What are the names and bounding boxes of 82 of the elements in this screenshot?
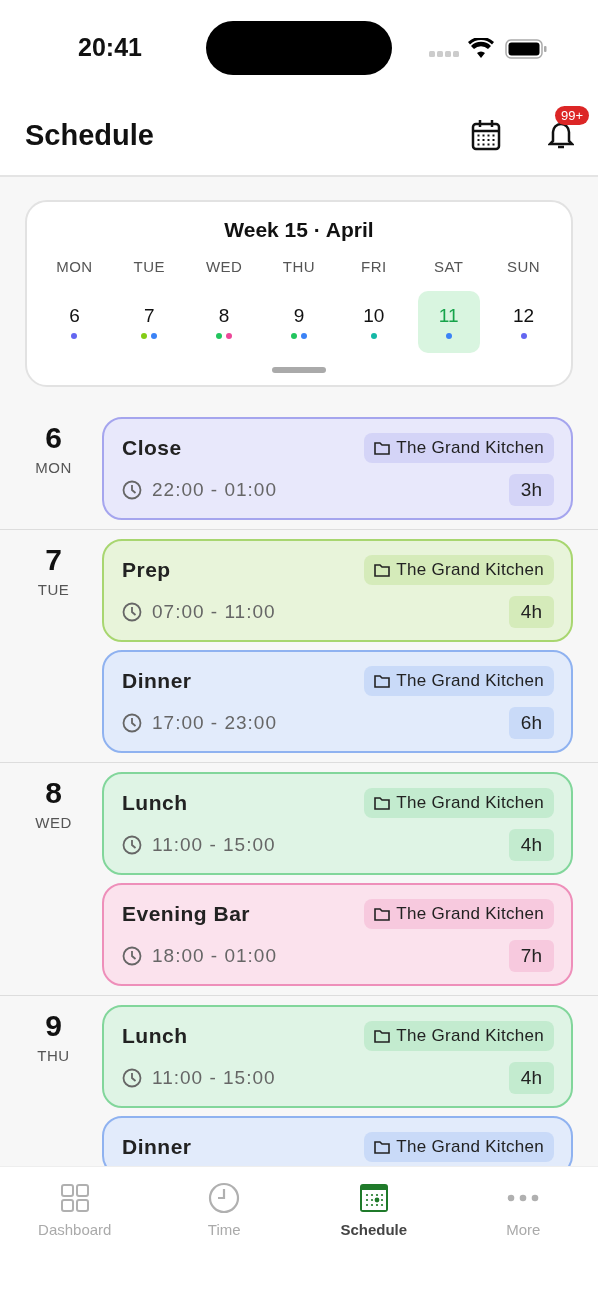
- shift-card[interactable]: Evening Bar The Grand Kitchen 18:00 - 01:00 7h: [102, 883, 573, 986]
- shift-time: 07:00 - 11:00: [152, 601, 276, 623]
- shift-title: Lunch: [122, 1024, 188, 1048]
- location-tag: The Grand Kitchen: [364, 1021, 554, 1051]
- notification-badge: 99+: [555, 106, 590, 125]
- folder-icon: [374, 441, 391, 455]
- day-cell[interactable]: 7: [118, 291, 181, 353]
- weekday-label: MON: [35, 459, 72, 476]
- hours-tag: 6h: [508, 707, 554, 739]
- shift-time: 17:00 - 23:00: [152, 712, 277, 734]
- location-tag: The Grand Kitchen: [364, 1132, 554, 1162]
- weekday-label: THU: [282, 258, 316, 275]
- weekday-label: SAT: [433, 258, 464, 275]
- location-tag: The Grand Kitchen: [364, 433, 554, 463]
- folder-icon: [374, 907, 391, 921]
- hours-tag: 3h: [508, 474, 554, 506]
- location-tag: The Grand Kitchen: [364, 555, 554, 585]
- day-number: 9: [45, 1009, 62, 1043]
- shift-card[interactable]: Close The Grand Kitchen 22:00 - 01:00 3h: [102, 417, 573, 520]
- clock-icon: [122, 835, 142, 855]
- calendar-icon: [358, 1183, 389, 1213]
- tab-item[interactable]: Schedule: [299, 1181, 449, 1238]
- hours-tag: 4h: [508, 829, 554, 861]
- shift-title: Lunch: [122, 791, 188, 815]
- day-cell[interactable]: 12: [492, 291, 555, 353]
- shift-time: 11:00 - 15:00: [152, 1067, 276, 1089]
- folder-icon: [374, 1029, 391, 1043]
- shift-card[interactable]: Lunch The Grand Kitchen 11:00 - 15:00 4h: [102, 772, 573, 875]
- day-cell[interactable]: 8: [193, 291, 256, 353]
- weekday-label: FRI: [361, 258, 387, 275]
- day-cell[interactable]: 10: [342, 291, 405, 353]
- grid-icon: [59, 1183, 90, 1213]
- weekday-label: TUE: [37, 581, 70, 598]
- clock-icon: [122, 602, 142, 622]
- location-tag: The Grand Kitchen: [364, 788, 554, 818]
- weekday-label: WED: [205, 258, 243, 275]
- shift-title: Prep: [122, 558, 171, 582]
- clock-icon: [122, 480, 142, 500]
- calendar-icon[interactable]: [471, 119, 501, 151]
- shift-card[interactable]: Dinner The Grand Kitchen 17:00 - 23:00 6h: [102, 650, 573, 753]
- location-tag: The Grand Kitchen: [364, 666, 554, 696]
- clock-icon: [122, 713, 142, 733]
- weekday-label: THU: [37, 1047, 70, 1064]
- weekday-label: MON: [56, 258, 93, 275]
- day-number: 6: [45, 421, 62, 455]
- shift-title: Dinner: [122, 1135, 192, 1159]
- weekday-label: TUE: [133, 258, 165, 275]
- shift-time: 22:00 - 01:00: [152, 479, 277, 501]
- more-icon: [507, 1194, 540, 1202]
- folder-icon: [374, 674, 391, 688]
- battery-icon: [505, 39, 547, 59]
- folder-icon: [374, 563, 391, 577]
- day-cell[interactable]: 9: [268, 291, 330, 353]
- hours-tag: 4h: [508, 1062, 554, 1094]
- hours-tag: 4h: [508, 596, 554, 628]
- status-time: 20:41: [78, 33, 142, 62]
- week-title: Week 15 · April: [223, 218, 375, 242]
- clock-icon: [122, 1068, 142, 1088]
- page-title: Schedule: [25, 118, 155, 152]
- shift-time: 11:00 - 15:00: [152, 834, 276, 856]
- bell-icon[interactable]: [548, 121, 574, 149]
- shift-time: 18:00 - 01:00: [152, 945, 277, 967]
- shift-card[interactable]: Lunch The Grand Kitchen 11:00 - 15:00 4h: [102, 1005, 573, 1108]
- shift-card[interactable]: Prep The Grand Kitchen 07:00 - 11:00 4h: [102, 539, 573, 642]
- shift-title: Close: [122, 436, 182, 460]
- location-tag: The Grand Kitchen: [364, 899, 554, 929]
- clock-icon: [122, 946, 142, 966]
- shift-title: Evening Bar: [122, 902, 251, 926]
- day-cell[interactable]: 6: [43, 291, 106, 353]
- shift-title: Dinner: [122, 669, 192, 693]
- signal-icon: [429, 51, 459, 57]
- clock-icon: [208, 1182, 241, 1214]
- day-number: 8: [45, 776, 62, 810]
- hours-tag: 7h: [508, 940, 554, 972]
- folder-icon: [374, 1140, 391, 1154]
- day-number: 7: [45, 543, 62, 577]
- folder-icon: [374, 796, 391, 810]
- wifi-icon: [468, 38, 494, 58]
- shift-card[interactable]: Dinner The Grand Kitchen: [102, 1116, 573, 1166]
- weekday-label: SUN: [506, 258, 541, 275]
- weekday-label: WED: [35, 814, 72, 831]
- drag-handle[interactable]: [272, 367, 326, 373]
